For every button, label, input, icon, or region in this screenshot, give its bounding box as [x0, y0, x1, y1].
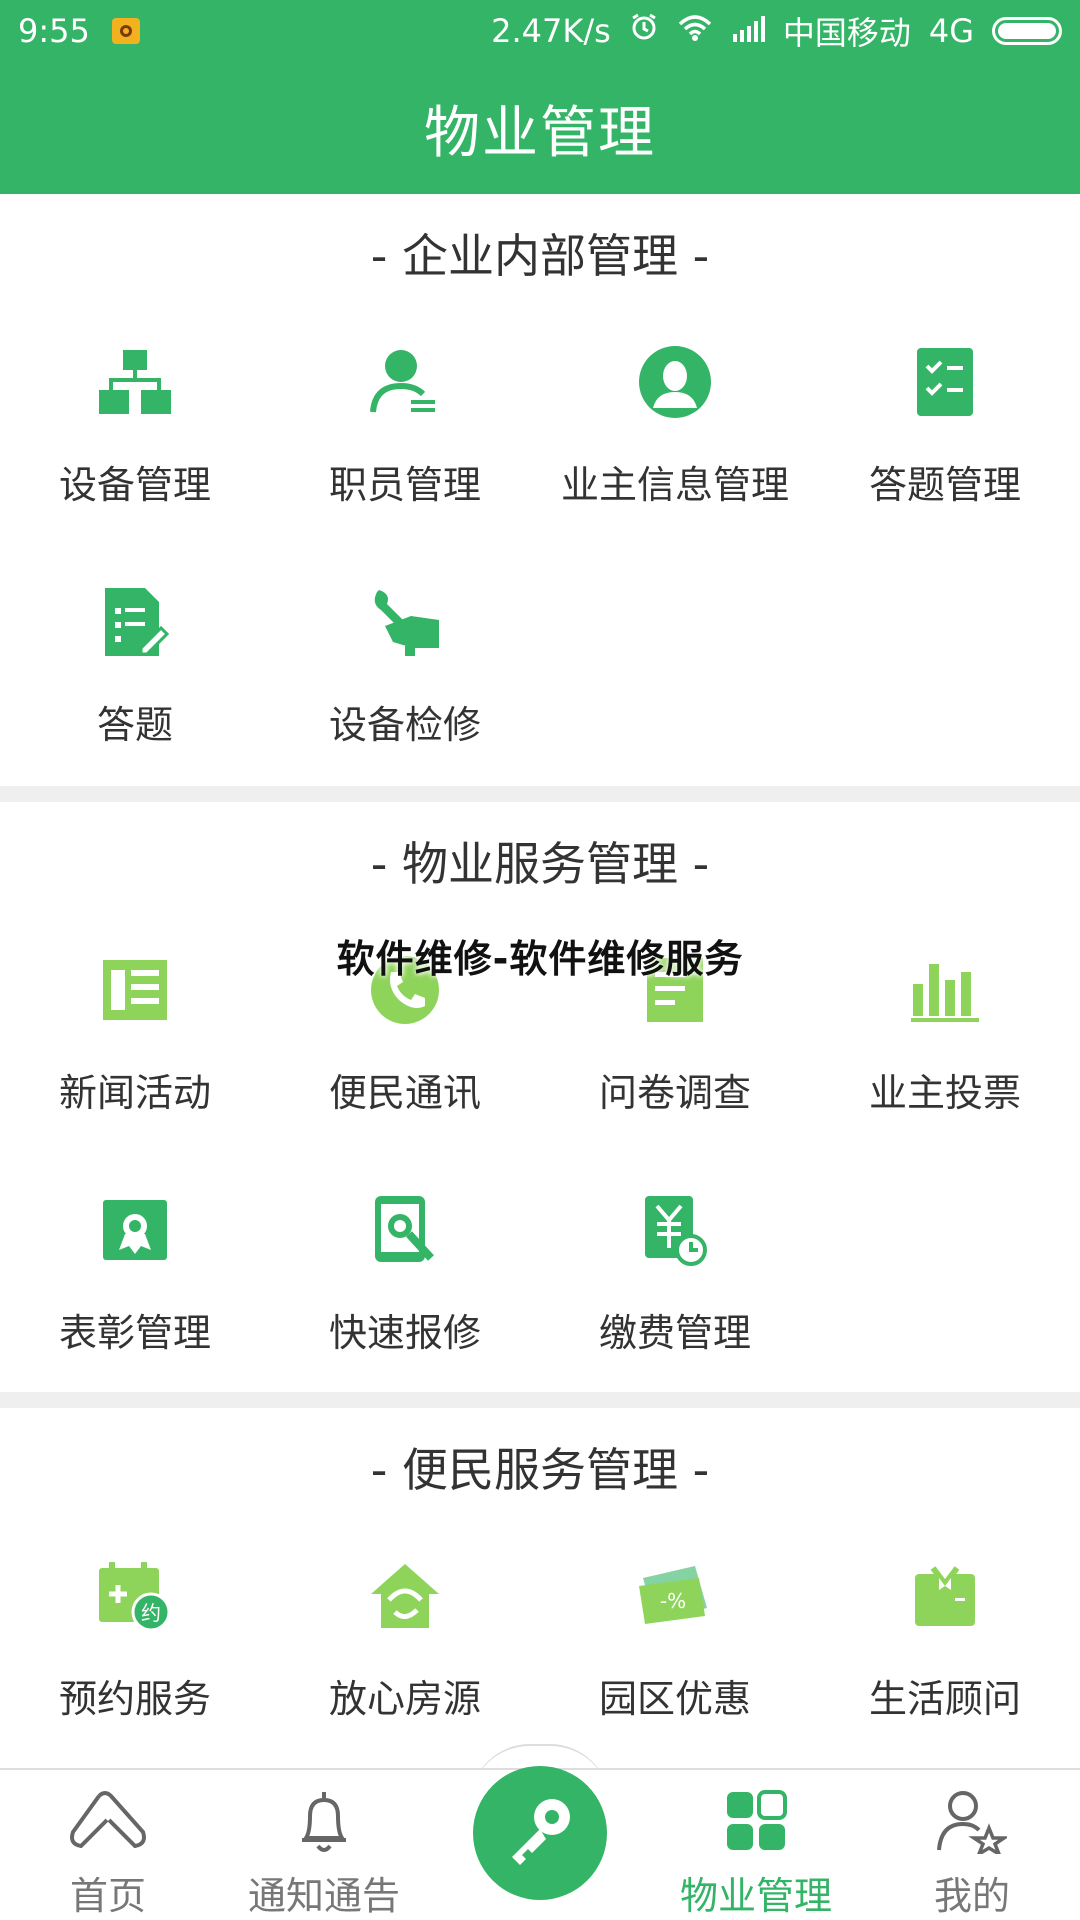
- document-edit-icon: [95, 582, 175, 662]
- menu-item-label: 问卷调查: [598, 1071, 751, 1115]
- network-speed: 2.47K/s: [491, 12, 611, 50]
- staff-icon: [365, 342, 445, 422]
- menu-item-life-advisor[interactable]: 生活顾问: [810, 1526, 1080, 1766]
- menu-item-label: 业主投票: [868, 1071, 1021, 1115]
- menu-item-label: 设备管理: [58, 463, 211, 507]
- menu-item-park-discount[interactable]: -% 园区优惠: [540, 1526, 810, 1766]
- menu-item-label: 答题: [96, 703, 173, 747]
- status-time: 9:55: [18, 12, 90, 50]
- signal-icon: [731, 12, 765, 50]
- user-star-icon: [932, 1784, 1012, 1857]
- menu-item-device-management[interactable]: 设备管理: [0, 312, 270, 552]
- menu-item-label: 表彰管理: [58, 1311, 211, 1355]
- section-title: - 物业服务管理 -: [370, 837, 710, 891]
- section-internal: - 企业内部管理 - 设备管理 职员管理 业主信息管理 答题管理 答题 设备检修: [0, 194, 1080, 786]
- center-key-button[interactable]: [473, 1766, 607, 1900]
- yuan-clock-icon: [635, 1190, 715, 1270]
- network-type: 4G: [928, 12, 974, 50]
- checklist-icon: [905, 342, 985, 422]
- menu-item-quiz[interactable]: 答题: [0, 552, 270, 792]
- tab-home[interactable]: 首页: [0, 1770, 216, 1920]
- battery-icon: [992, 17, 1062, 45]
- section-title: - 企业内部管理 -: [370, 229, 710, 283]
- menu-item-owner-info-management[interactable]: 业主信息管理: [540, 312, 810, 552]
- menu-item-label: 职员管理: [328, 463, 481, 507]
- menu-item-payment[interactable]: 缴费管理: [540, 1160, 810, 1400]
- section-property-service: - 物业服务管理 - 新闻活动 便民通讯 问卷调查 业主投票 表彰管理 快速报修…: [0, 802, 1080, 1392]
- title-bar: 物业管理: [0, 62, 1080, 194]
- home-icon: [68, 1784, 148, 1857]
- watermark-text: 软件维修-软件维修服务: [336, 937, 744, 981]
- grid-icon: [716, 1784, 796, 1857]
- menu-item-label: 快速报修: [328, 1311, 481, 1355]
- menu-item-label: 生活顾问: [868, 1677, 1021, 1721]
- wifi-icon: [677, 12, 713, 50]
- appointment-badge-text: 约: [141, 1601, 161, 1625]
- menu-item-label: 预约服务: [58, 1677, 211, 1721]
- consultant-icon: [905, 1556, 985, 1636]
- section-title: - 便民服务管理 -: [370, 1443, 710, 1497]
- owner-avatar-icon: [635, 342, 715, 422]
- menu-item-label: 答题管理: [868, 463, 1021, 507]
- tab-label: 我的: [933, 1874, 1010, 1918]
- menu-item-label: 缴费管理: [598, 1311, 751, 1355]
- menu-item-label: 放心房源: [328, 1677, 481, 1721]
- section-divider: [0, 1392, 1080, 1408]
- tab-notices[interactable]: 通知通告: [216, 1770, 432, 1920]
- tab-label: 通知通告: [247, 1874, 400, 1918]
- app-notification-icon: [111, 18, 140, 44]
- tab-label: 首页: [69, 1874, 146, 1918]
- menu-item-label: 便民通讯: [328, 1071, 481, 1115]
- menu-item-device-repair[interactable]: 设备检修: [270, 552, 540, 792]
- org-chart-icon: [95, 342, 175, 422]
- section-community-service: - 便民服务管理 - 约 预约服务 放心房源 -% 园区优惠 生活顾问: [0, 1408, 1080, 1768]
- section-divider: [0, 786, 1080, 802]
- menu-item-label: 新闻活动: [58, 1071, 211, 1115]
- menu-item-label: 设备检修: [328, 703, 481, 747]
- menu-item-quiz-management[interactable]: 答题管理: [810, 312, 1080, 552]
- menu-item-staff-management[interactable]: 职员管理: [270, 312, 540, 552]
- award-icon: [95, 1190, 175, 1270]
- wrench-hand-icon: [365, 582, 445, 662]
- alarm-icon: [629, 12, 659, 50]
- discount-badge-text: -%: [660, 1589, 686, 1613]
- tab-property-management[interactable]: 物业管理: [648, 1770, 864, 1920]
- bell-icon: [284, 1784, 364, 1857]
- tab-mine[interactable]: 我的: [864, 1770, 1080, 1920]
- carrier-name: 中国移动: [782, 14, 911, 52]
- menu-item-trusted-housing[interactable]: 放心房源: [270, 1526, 540, 1766]
- discount-ticket-icon: -%: [635, 1556, 715, 1636]
- repair-search-icon: [365, 1190, 445, 1270]
- menu-item-label: 业主信息管理: [560, 463, 789, 507]
- page-title: 物业管理: [424, 100, 656, 166]
- key-icon: [500, 1791, 580, 1875]
- menu-item-appointment[interactable]: 约 预约服务: [0, 1526, 270, 1766]
- tab-label: 物业管理: [679, 1874, 832, 1918]
- calendar-appointment-icon: 约: [95, 1556, 175, 1636]
- menu-item-commendation[interactable]: 表彰管理: [0, 1160, 270, 1400]
- house-icon: [365, 1556, 445, 1636]
- menu-item-label: 园区优惠: [598, 1677, 751, 1721]
- menu-item-quick-repair[interactable]: 快速报修: [270, 1160, 540, 1400]
- status-bar: 9:55 2.47K/s 中国移动 4G: [0, 0, 1080, 62]
